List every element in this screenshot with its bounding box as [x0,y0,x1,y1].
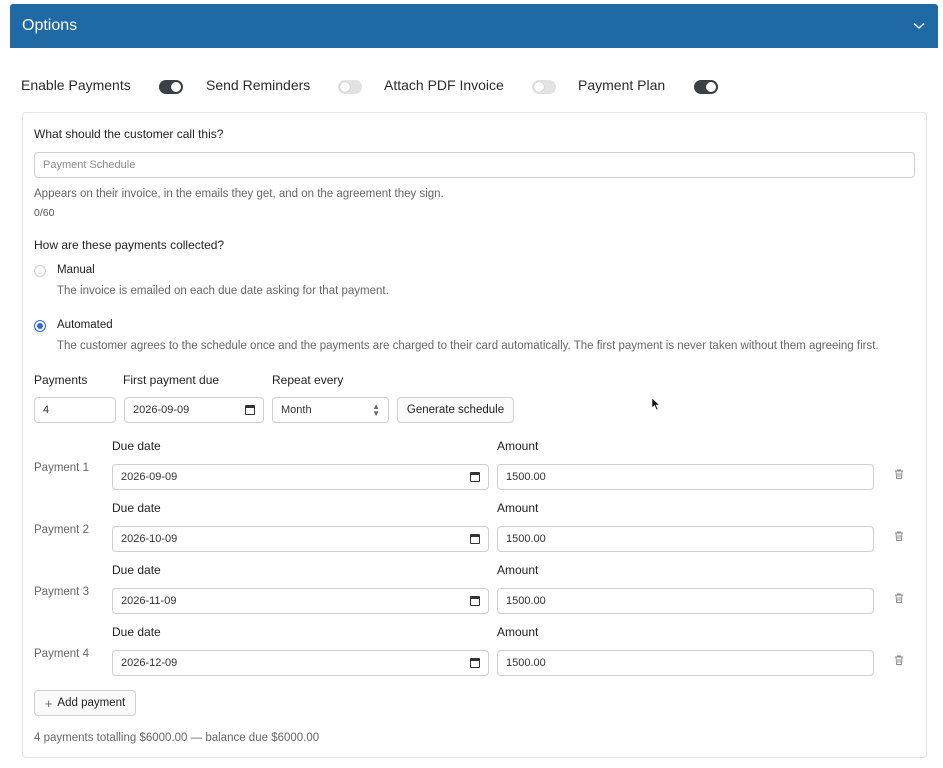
payment-1-due-value: 2026-09-09 [121,471,178,483]
due-date-label: Due date [112,501,161,515]
toggle-knob [171,82,181,92]
manual-option-title: Manual [57,264,95,276]
payments-count-input[interactable]: 4 [34,397,116,423]
payment-3-due-value: 2026-11-09 [121,595,177,607]
name-field-help: Appears on their invoice, in the emails … [34,188,444,200]
calendar-icon[interactable] [470,658,480,668]
payment-row-label: Payment 4 [34,648,89,660]
send-reminders-toggle[interactable] [338,80,362,94]
repeat-every-value: Month [281,404,312,416]
repeat-every-label: Repeat every [272,373,344,387]
manual-radio[interactable] [34,265,46,277]
payment-1-due-input[interactable]: 2026-09-09 [112,464,489,490]
collection-question: How are these payments collected? [34,238,225,252]
payments-count-label: Payments [34,373,88,387]
toggles-row: Enable Payments Send Reminders Attach PD… [21,74,741,98]
toggle-label-enable-payments: Enable Payments [21,77,131,93]
payment-3-due-input[interactable]: 2026-11-09 [112,588,489,614]
amount-label: Amount [497,625,539,639]
automated-option-desc: The customer agrees to the schedule once… [57,340,879,352]
toggle-knob [534,82,544,92]
schedule-name-input[interactable]: Payment Schedule [34,152,915,178]
generate-schedule-button[interactable]: Generate schedule [397,397,514,423]
mouse-cursor-icon [651,397,661,411]
name-field-counter: 0/60 [34,207,55,219]
payment-1-amount-value: 1500.00 [506,471,546,483]
trash-icon[interactable] [893,468,905,480]
payment-plan-panel: What should the customer call this? Paym… [22,112,927,758]
amount-label: Amount [497,563,539,577]
payment-4-amount-input[interactable]: 1500.00 [497,650,874,676]
chevron-down-icon[interactable] [912,19,926,33]
payment-2-due-input[interactable]: 2026-10-09 [112,526,489,552]
payment-2-amount-value: 1500.00 [506,533,546,545]
options-title: Options [22,17,78,34]
calendar-icon[interactable] [470,472,480,482]
calendar-icon[interactable] [470,534,480,544]
first-due-value: 2026-09-09 [133,404,190,416]
trash-icon[interactable] [893,530,905,542]
plus-icon: + [44,695,53,711]
payment-row-label: Payment 2 [34,524,89,536]
payment-1-amount-input[interactable]: 1500.00 [497,464,874,490]
amount-label: Amount [497,501,539,515]
calendar-icon[interactable] [245,405,255,415]
schedule-name-placeholder: Payment Schedule [43,159,136,171]
payment-3-amount-value: 1500.00 [506,595,546,607]
payment-2-due-value: 2026-10-09 [121,533,178,545]
options-header[interactable]: Options [10,4,938,48]
payment-4-due-value: 2026-12-09 [121,657,178,669]
payment-4-due-input[interactable]: 2026-12-09 [112,650,489,676]
add-payment-button[interactable]: + Add payment [34,690,136,716]
toggle-label-payment-plan: Payment Plan [578,77,666,93]
amount-label: Amount [497,439,539,453]
add-payment-label: Add payment [57,697,126,709]
payment-summary: 4 payments totalling $6000.00 — balance … [34,732,320,744]
calendar-icon[interactable] [470,596,480,606]
payments-count-value: 4 [43,404,50,416]
due-date-label: Due date [112,439,161,453]
toggle-knob [340,82,350,92]
name-field-label: What should the customer call this? [34,127,224,141]
manual-option-desc: The invoice is emailed on each due date … [57,285,389,297]
trash-icon[interactable] [893,592,905,604]
toggle-label-send-reminders: Send Reminders [206,77,311,93]
toggle-knob [706,82,716,92]
enable-payments-toggle[interactable] [159,80,183,94]
trash-icon[interactable] [893,654,905,666]
toggle-label-attach-pdf: Attach PDF Invoice [384,77,504,93]
first-due-label: First payment due [123,373,220,387]
attach-pdf-toggle[interactable] [532,80,556,94]
payment-plan-toggle[interactable] [694,80,718,94]
payment-row-label: Payment 1 [34,462,89,474]
due-date-label: Due date [112,563,161,577]
automated-radio[interactable] [34,320,46,332]
payment-3-amount-input[interactable]: 1500.00 [497,588,874,614]
select-arrows-icon: ▲ ▼ [372,402,380,418]
payment-row-label: Payment 3 [34,586,89,598]
payment-4-amount-value: 1500.00 [506,657,546,669]
payment-2-amount-input[interactable]: 1500.00 [497,526,874,552]
automated-option-title: Automated [57,319,113,331]
repeat-every-select[interactable]: Month ▲ ▼ [272,397,389,423]
first-due-date-input[interactable]: 2026-09-09 [124,397,264,423]
due-date-label: Due date [112,625,161,639]
